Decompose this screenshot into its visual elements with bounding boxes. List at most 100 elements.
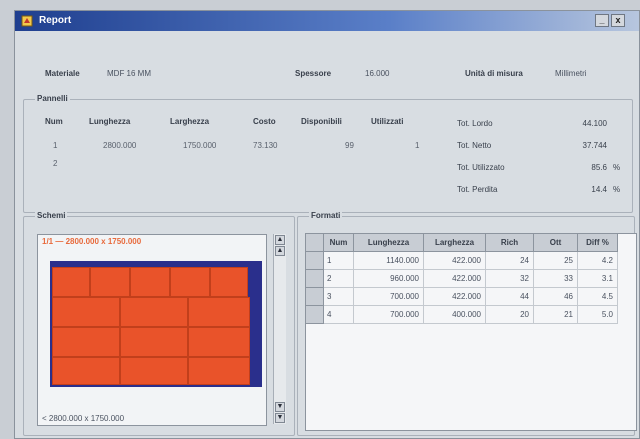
panels-row-length: 2800.000 [103, 141, 137, 150]
cut-piece[interactable] [188, 327, 250, 357]
thickness-value: 16.000 [365, 69, 390, 78]
scroll-down-button[interactable]: ▼ [275, 402, 285, 412]
panels-col-width: Larghezza [170, 117, 210, 126]
panels-title: Pannelli [35, 94, 70, 103]
row-selector[interactable] [306, 270, 324, 288]
cell-obtained: 21 [534, 306, 578, 324]
cell-obtained: 33 [534, 270, 578, 288]
pieces-grid[interactable]: Num Lunghezza Larghezza Rich Ott Diff % … [305, 233, 637, 431]
thickness-label: Spessore [295, 69, 332, 78]
grid-col-width[interactable]: Larghezza [424, 234, 486, 252]
stat-net-value: 37.744 [582, 141, 607, 150]
scroll-up-button[interactable]: ▲ [275, 235, 285, 245]
cell-num: 3 [324, 288, 354, 306]
cell-length: 700.000 [354, 288, 424, 306]
stat-used-unit: % [613, 163, 621, 172]
cell-width: 422.000 [424, 288, 486, 306]
panels-row-available: 99 [345, 141, 354, 150]
window-title: Report [39, 15, 72, 26]
material-label: Materiale [45, 69, 80, 78]
cell-diff: 3.1 [578, 270, 618, 288]
scheme-scrollbar[interactable]: ▲ ▲ ▼ ▼ [273, 234, 286, 424]
table-row[interactable]: 1 1140.000 422.000 24 25 4.2 [306, 252, 636, 270]
cell-requested: 20 [486, 306, 534, 324]
close-button[interactable]: x [611, 14, 625, 27]
table-row[interactable]: 3 700.000 422.000 44 46 4.5 [306, 288, 636, 306]
panels-col-available: Disponibili [301, 117, 342, 126]
cut-piece[interactable] [120, 297, 188, 327]
stat-used-label: Tot. Utilizzato [457, 163, 505, 172]
cut-piece[interactable] [90, 267, 130, 297]
table-row[interactable]: 4 700.000 400.000 20 21 5.0 [306, 306, 636, 324]
stat-gross-value: 44.100 [582, 119, 607, 128]
scroll-up-button[interactable]: ▲ [275, 246, 285, 256]
grid-col-diff[interactable]: Diff % [578, 234, 618, 252]
cell-diff: 4.2 [578, 252, 618, 270]
stock-sheet [50, 261, 262, 387]
grid-col-requested[interactable]: Rich [486, 234, 534, 252]
stat-gross-label: Tot. Lordo [457, 119, 493, 128]
panels-col-num: Num [45, 117, 63, 126]
cell-width: 422.000 [424, 270, 486, 288]
scroll-down-button[interactable]: ▼ [275, 413, 285, 423]
panels-col-cost: Costo [253, 117, 276, 126]
panels-col-length: Lunghezza [89, 117, 131, 126]
cell-num: 2 [324, 270, 354, 288]
units-value: Millimetri [555, 69, 587, 78]
panels-col-used: Utilizzati [371, 117, 404, 126]
cut-piece[interactable] [120, 327, 188, 357]
cut-piece[interactable] [120, 357, 188, 385]
cell-length: 960.000 [354, 270, 424, 288]
cell-num: 4 [324, 306, 354, 324]
panels-row2-num: 2 [53, 159, 58, 168]
stat-loss-label: Tot. Perdita [457, 185, 498, 194]
report-window: Report _ x Materiale MDF 16 MM Spessore … [14, 10, 640, 439]
material-info: Materiale MDF 16 MM Spessore 16.000 Unit… [15, 31, 639, 97]
grid-col-obtained[interactable]: Ott [534, 234, 578, 252]
grid-corner [306, 234, 324, 252]
cut-piece[interactable] [188, 297, 250, 327]
scheme-title: Schemi [35, 211, 68, 220]
cut-piece[interactable] [130, 267, 170, 297]
cell-num: 1 [324, 252, 354, 270]
cell-diff: 4.5 [578, 288, 618, 306]
cell-width: 422.000 [424, 252, 486, 270]
scheme-header: 1/1 — 2800.000 x 1750.000 [42, 237, 142, 246]
cut-piece[interactable] [52, 297, 120, 327]
cut-piece[interactable] [52, 357, 120, 385]
cell-length: 700.000 [354, 306, 424, 324]
grid-col-num[interactable]: Num [324, 234, 354, 252]
stat-net-label: Tot. Netto [457, 141, 492, 150]
cut-piece[interactable] [210, 267, 248, 297]
cell-requested: 32 [486, 270, 534, 288]
title-bar[interactable]: Report _ x [15, 11, 639, 31]
cell-obtained: 46 [534, 288, 578, 306]
cutting-scheme-view[interactable]: 1/1 — 2800.000 x 1750.000 < 2800.000 x 1… [37, 234, 267, 426]
grid-col-length[interactable]: Lunghezza [354, 234, 424, 252]
cut-piece[interactable] [52, 267, 90, 297]
stat-loss-unit: % [613, 185, 621, 194]
row-selector[interactable] [306, 252, 324, 270]
stat-loss-value: 14.4 [591, 185, 607, 194]
app-icon [21, 15, 33, 27]
panels-row-used: 1 [415, 141, 420, 150]
scheme-footer: < 2800.000 x 1750.000 [42, 414, 125, 423]
cell-diff: 5.0 [578, 306, 618, 324]
row-selector[interactable] [306, 306, 324, 324]
cut-piece[interactable] [52, 327, 120, 357]
cut-piece[interactable] [188, 357, 250, 385]
table-row[interactable]: 2 960.000 422.000 32 33 3.1 [306, 270, 636, 288]
panels-row-width: 1750.000 [183, 141, 217, 150]
cell-obtained: 25 [534, 252, 578, 270]
cut-piece[interactable] [170, 267, 210, 297]
panels-row-cost: 73.130 [253, 141, 278, 150]
panels-row-num: 1 [53, 141, 58, 150]
cell-requested: 44 [486, 288, 534, 306]
units-label: Unità di misura [465, 69, 523, 78]
minimize-button[interactable]: _ [595, 14, 609, 27]
material-value: MDF 16 MM [107, 69, 151, 78]
cell-width: 400.000 [424, 306, 486, 324]
cell-requested: 24 [486, 252, 534, 270]
row-selector[interactable] [306, 288, 324, 306]
pieces-title: Formati [309, 211, 343, 220]
